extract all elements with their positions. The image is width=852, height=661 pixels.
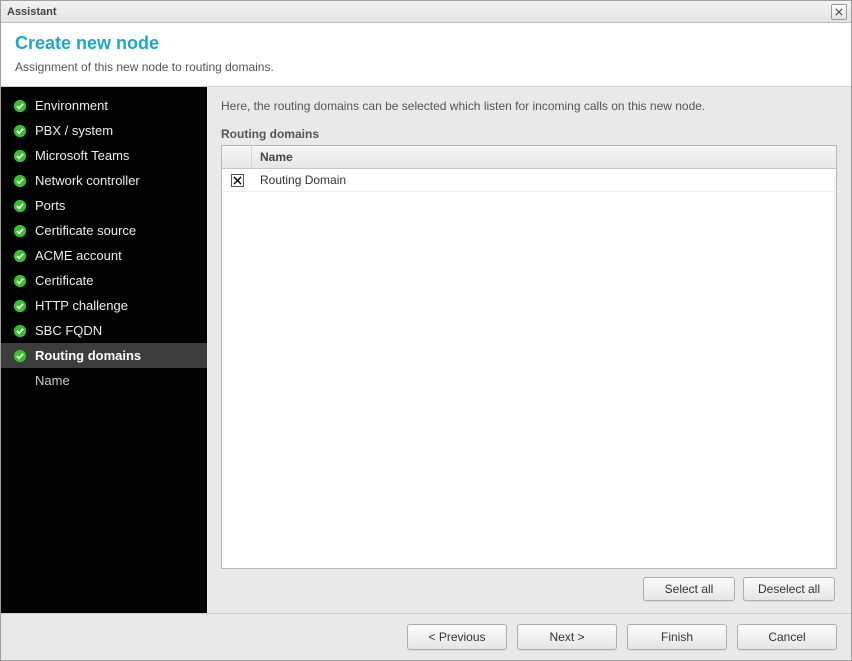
sidebar-item-label: SBC FQDN <box>35 323 102 338</box>
table-header: Name <box>222 146 836 169</box>
titlebar: Assistant <box>1 1 851 23</box>
close-icon <box>835 8 843 16</box>
column-name[interactable]: Name <box>252 146 836 168</box>
select-all-button[interactable]: Select all <box>643 577 735 601</box>
sidebar-item-routing-domains[interactable]: Routing domains <box>1 343 207 368</box>
intro-text: Here, the routing domains can be selecte… <box>221 99 837 113</box>
check-circle-icon <box>13 324 27 338</box>
sidebar-item-label: ACME account <box>35 248 122 263</box>
page-subtitle: Assignment of this new node to routing d… <box>15 60 837 74</box>
check-circle-icon <box>13 349 27 363</box>
content: Here, the routing domains can be selecte… <box>207 87 851 613</box>
check-circle-icon <box>13 249 27 263</box>
deselect-all-button[interactable]: Deselect all <box>743 577 835 601</box>
routing-domains-table: Name Routing Domain <box>221 145 837 569</box>
sidebar-item-network-controller[interactable]: Network controller <box>1 168 207 193</box>
row-name: Routing Domain <box>252 169 836 191</box>
sidebar-item-label: Microsoft Teams <box>35 148 129 163</box>
check-circle-icon <box>13 124 27 138</box>
sidebar-item-label: PBX / system <box>35 123 113 138</box>
sidebar-item-http-challenge[interactable]: HTTP challenge <box>1 293 207 318</box>
table-body: Routing Domain <box>222 169 836 568</box>
check-circle-icon <box>13 224 27 238</box>
sidebar-item-certificate-source[interactable]: Certificate source <box>1 218 207 243</box>
cancel-button[interactable]: Cancel <box>737 624 837 650</box>
sidebar-item-pbx-system[interactable]: PBX / system <box>1 118 207 143</box>
footer: < Previous Next > Finish Cancel <box>1 613 851 660</box>
body: Environment PBX / system Microsoft Teams… <box>1 87 851 613</box>
sidebar: Environment PBX / system Microsoft Teams… <box>1 87 207 613</box>
finish-button[interactable]: Finish <box>627 624 727 650</box>
sidebar-item-acme-account[interactable]: ACME account <box>1 243 207 268</box>
header: Create new node Assignment of this new n… <box>1 23 851 87</box>
selection-buttons: Select all Deselect all <box>221 569 837 603</box>
close-button[interactable] <box>831 4 847 20</box>
assistant-window: Assistant Create new node Assignment of … <box>0 0 852 661</box>
sidebar-item-label: HTTP challenge <box>35 298 128 313</box>
window-title: Assistant <box>7 6 57 18</box>
sidebar-item-microsoft-teams[interactable]: Microsoft Teams <box>1 143 207 168</box>
x-mark-icon <box>233 176 242 185</box>
check-circle-icon <box>13 174 27 188</box>
sidebar-item-label: Certificate <box>35 273 94 288</box>
sidebar-item-sbc-fqdn[interactable]: SBC FQDN <box>1 318 207 343</box>
sidebar-item-label: Environment <box>35 98 108 113</box>
row-checkbox[interactable] <box>231 174 244 187</box>
page-title: Create new node <box>15 33 837 54</box>
section-label: Routing domains <box>221 127 837 141</box>
check-circle-icon <box>13 149 27 163</box>
sidebar-item-environment[interactable]: Environment <box>1 93 207 118</box>
next-button[interactable]: Next > <box>517 624 617 650</box>
sidebar-item-certificate[interactable]: Certificate <box>1 268 207 293</box>
sidebar-item-label: Network controller <box>35 173 140 188</box>
sidebar-item-label: Ports <box>35 198 65 213</box>
sidebar-item-label: Certificate source <box>35 223 136 238</box>
sidebar-subitem-name[interactable]: Name <box>1 368 207 393</box>
column-checkbox <box>222 146 252 168</box>
check-circle-icon <box>13 199 27 213</box>
sidebar-item-label: Routing domains <box>35 348 141 363</box>
check-circle-icon <box>13 99 27 113</box>
check-circle-icon <box>13 274 27 288</box>
sidebar-item-ports[interactable]: Ports <box>1 193 207 218</box>
check-circle-icon <box>13 299 27 313</box>
previous-button[interactable]: < Previous <box>407 624 507 650</box>
table-row[interactable]: Routing Domain <box>222 169 836 192</box>
